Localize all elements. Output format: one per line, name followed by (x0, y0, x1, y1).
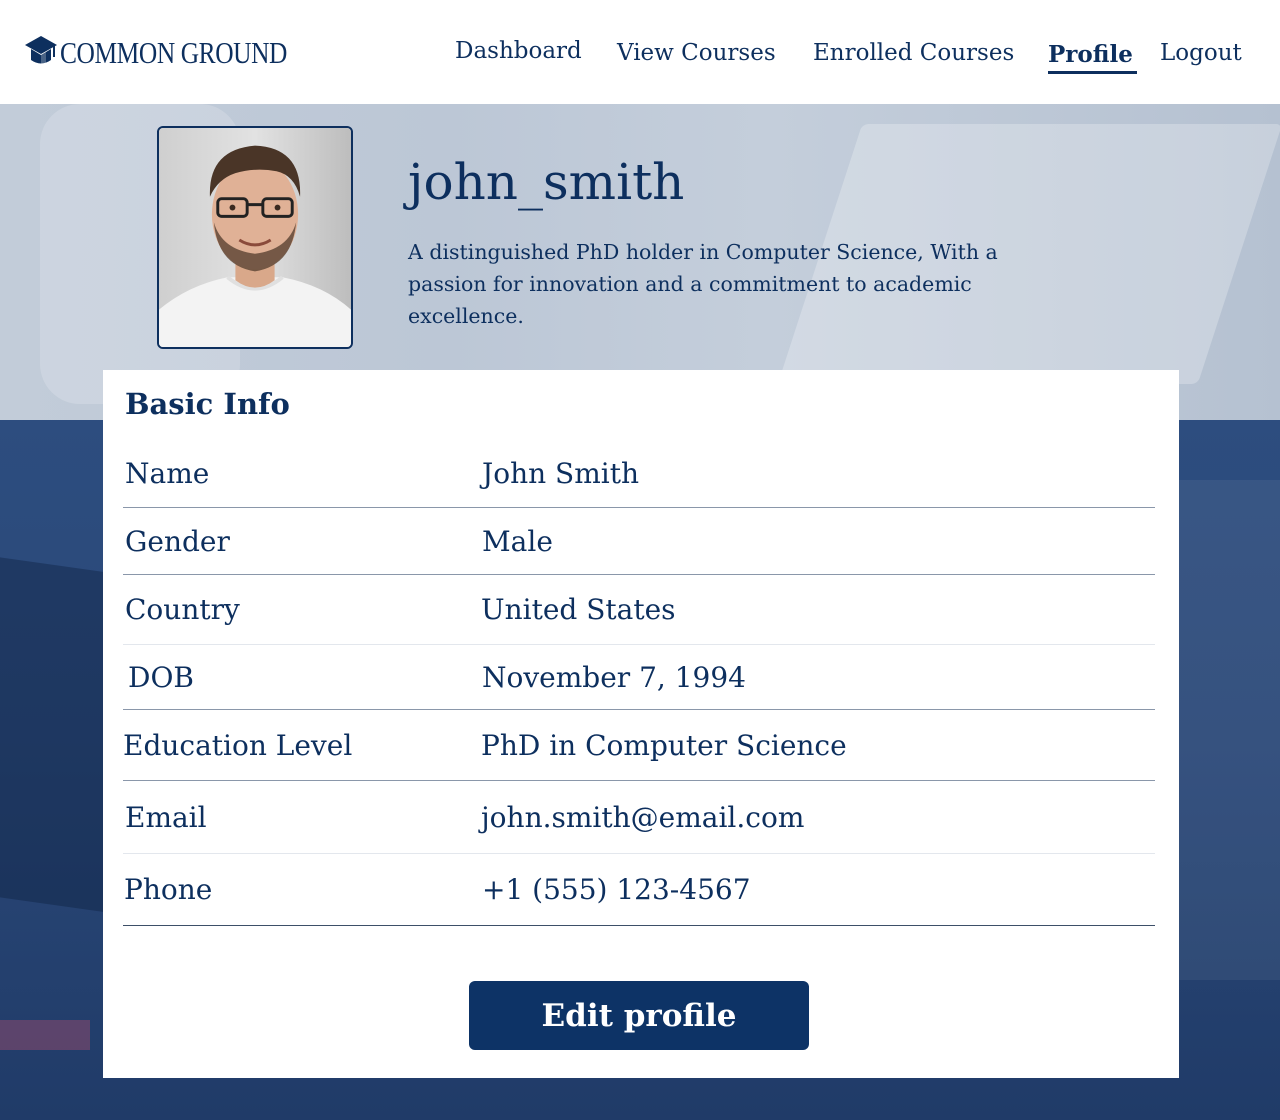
nav-active-indicator (1048, 71, 1137, 74)
info-value: November 7, 1994 (482, 660, 746, 694)
brand-logo[interactable]: COMMON GROUND (24, 33, 337, 73)
profile-bio: A distinguished PhD holder in Computer S… (408, 240, 998, 328)
info-label: Email (125, 800, 207, 834)
nav-enrolled-courses[interactable]: Enrolled Courses (813, 36, 1014, 70)
info-value: john.smith@email.com (481, 800, 805, 834)
page: COMMON GROUND Dashboard View Courses Enr… (0, 0, 1280, 1120)
nav-dashboard[interactable]: Dashboard (455, 34, 582, 68)
nav-view-courses[interactable]: View Courses (617, 36, 776, 70)
info-value: +1 (555) 123-4567 (482, 873, 751, 906)
basic-info-card: Basic Info Name John Smith Gender Male C… (103, 370, 1179, 1078)
basic-info-title: Basic Info (125, 387, 290, 421)
info-value: PhD in Computer Science (481, 728, 847, 762)
info-row-dob: DOB November 7, 1994 (123, 645, 1155, 710)
info-row-gender: Gender Male (123, 508, 1155, 575)
info-row-email: Email john.smith@email.com (123, 781, 1155, 854)
info-value: Male (482, 524, 553, 558)
edit-profile-button[interactable]: Edit profile (469, 981, 809, 1050)
background-decoration (0, 1020, 90, 1050)
profile-username: john_smith (408, 153, 685, 211)
info-value: United States (481, 593, 676, 626)
info-label: Phone (124, 873, 213, 906)
info-label: DOB (128, 660, 194, 694)
info-value: John Smith (482, 457, 640, 490)
graduation-cap-icon (24, 33, 58, 73)
info-label: Gender (125, 524, 230, 558)
nav-logout[interactable]: Logout (1160, 36, 1242, 70)
info-row-phone: Phone +1 (555) 123-4567 (123, 854, 1155, 926)
profile-avatar (157, 126, 353, 349)
info-label: Country (125, 593, 240, 626)
info-row-name: Name John Smith (123, 440, 1155, 508)
nav-profile[interactable]: Profile (1048, 38, 1133, 72)
info-label: Name (125, 457, 210, 490)
info-row-education: Education Level PhD in Computer Science (123, 710, 1155, 781)
brand-name: COMMON GROUND (60, 35, 288, 70)
info-row-country: Country United States (123, 575, 1155, 645)
top-navbar: COMMON GROUND Dashboard View Courses Enr… (0, 0, 1280, 104)
info-label: Education Level (123, 728, 353, 762)
